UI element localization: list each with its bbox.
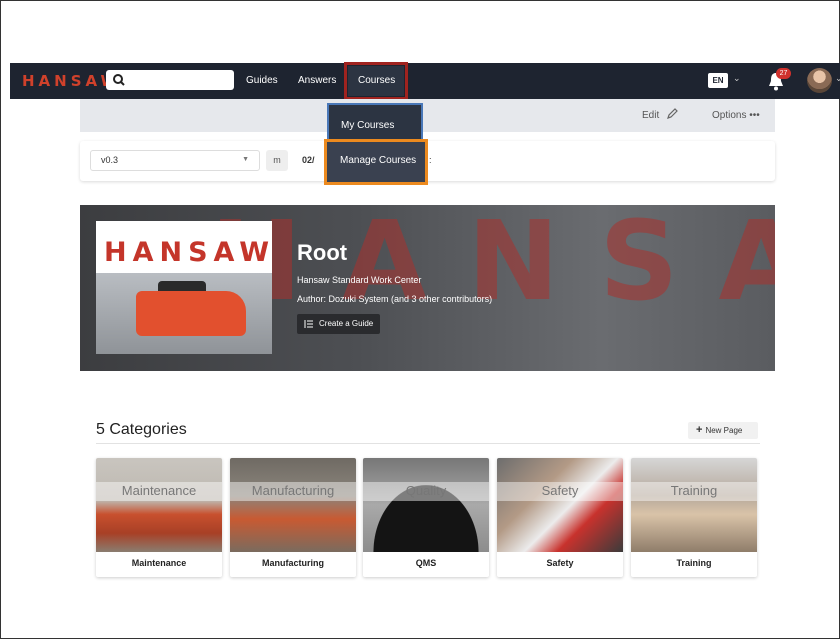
version-select-value: v0.3 (101, 155, 119, 165)
options-button[interactable]: Options ••• (712, 110, 760, 121)
hero-banner: HANSAW HANSAW Root Hansaw Standard Work … (80, 205, 775, 371)
notification-badge: 27 (776, 68, 791, 79)
category-card-manufacturing[interactable]: Manufacturing Manufacturing (230, 458, 356, 577)
category-card-training[interactable]: Training Training (631, 458, 757, 577)
version-date: 02/ (302, 155, 315, 165)
category-overlay-text: Safety (541, 483, 579, 498)
version-time-fragment: : (429, 155, 432, 165)
menu-item-manage-courses[interactable]: Manage Courses (324, 139, 428, 185)
edit-button[interactable]: Edit (642, 110, 659, 121)
language-selector[interactable]: EN (708, 73, 728, 88)
excavator-body (136, 291, 246, 336)
list-icon (304, 320, 313, 328)
page-toolbar: Edit Options ••• (80, 99, 775, 132)
category-label: Safety (546, 558, 574, 568)
plus-icon: + (696, 424, 703, 436)
create-guide-button[interactable]: Create a Guide (297, 314, 380, 334)
hero-background-logo: HANSAW (210, 205, 775, 325)
create-guide-label: Create a Guide (319, 319, 374, 328)
search-icon (113, 74, 125, 86)
category-overlay-text: Maintenance (121, 483, 197, 498)
category-overlay-text: Quality (405, 483, 447, 498)
nav-answers-link[interactable]: Answers (298, 75, 336, 86)
page-author: Author: Dozuki System (and 3 other contr… (297, 294, 493, 304)
pencil-icon[interactable] (666, 108, 678, 120)
category-label: QMS (415, 558, 437, 568)
chevron-down-icon[interactable]: ⌄ (733, 73, 741, 84)
nav-courses-link[interactable]: Courses (358, 75, 395, 86)
top-navbar: HANSAW Guides Answers EN ⌄ 27 ⌄ (10, 63, 840, 99)
courses-dropdown: My Courses Manage Courses (324, 101, 428, 186)
new-page-label: New Page (705, 426, 743, 435)
chevron-down-icon: ▼ (242, 156, 249, 163)
categories-heading: 5 Categories (96, 421, 187, 438)
category-overlay-text: Training (670, 483, 718, 498)
hero-image-logo: HANSAW (104, 237, 272, 268)
category-thumbnail (230, 458, 356, 552)
category-thumbnail (497, 458, 623, 552)
menu-item-manage-courses-label: Manage Courses (340, 155, 417, 166)
category-card-quality[interactable]: Quality QMS (363, 458, 489, 577)
chevron-down-icon[interactable]: ⌄ (835, 73, 840, 84)
hero-image: HANSAW (96, 221, 272, 354)
page-subtitle: Hansaw Standard Work Center (297, 275, 422, 285)
category-thumbnail (363, 458, 489, 552)
version-select[interactable]: v0.3 ▼ (90, 150, 260, 171)
category-label: Manufacturing (262, 558, 324, 568)
new-page-button[interactable]: + New Page (688, 422, 758, 439)
category-overlay-text: Manufacturing (251, 483, 335, 498)
divider (96, 443, 760, 444)
avatar[interactable] (807, 68, 832, 93)
category-label: Maintenance (131, 558, 187, 568)
menu-item-my-courses[interactable]: My Courses (327, 103, 423, 141)
page-title: Root (297, 240, 348, 265)
category-card-maintenance[interactable]: Maintenance Maintenance (96, 458, 222, 577)
nav-guides-link[interactable]: Guides (246, 75, 278, 86)
category-thumbnail (96, 458, 222, 552)
category-thumbnail (631, 458, 757, 552)
search-input[interactable] (106, 70, 234, 90)
minor-version-button[interactable]: m (266, 150, 288, 171)
screenshot-frame: HANSAW Guides Answers EN ⌄ 27 ⌄ Courses … (0, 0, 840, 639)
category-card-safety[interactable]: Safety Safety (497, 458, 623, 577)
category-label: Training (676, 558, 712, 568)
